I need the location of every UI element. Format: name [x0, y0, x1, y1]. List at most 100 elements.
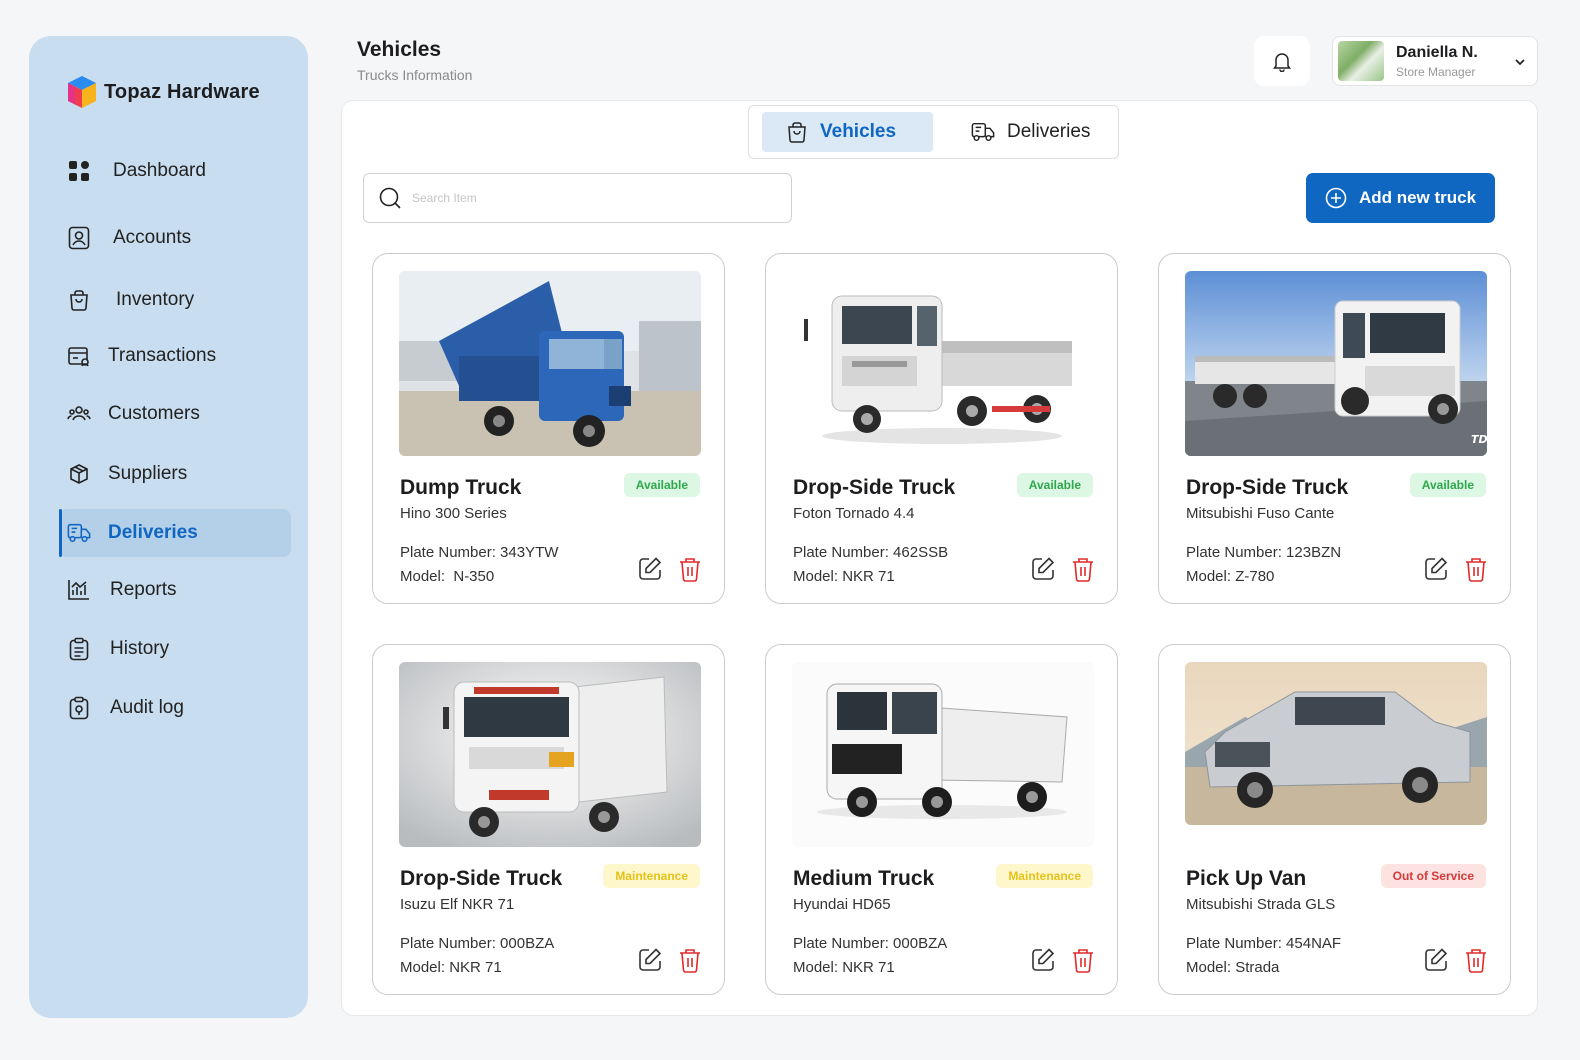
sidebar-item-label: Suppliers	[108, 463, 188, 484]
user-role: Store Manager	[1396, 64, 1476, 79]
vehicle-card[interactable]: Dump Truck Hino 300 Series Available Pla…	[372, 253, 725, 604]
page-title: Vehicles	[357, 38, 442, 61]
vehicle-card[interactable]: TD Drop-Side Truck Mitsubishi Fuso Cante…	[1158, 253, 1511, 604]
sidebar-item-history[interactable]: History	[59, 625, 291, 673]
chart-icon	[67, 578, 91, 602]
edit-icon[interactable]	[1030, 556, 1056, 582]
vehicle-card[interactable]: Medium Truck Hyundai HD65 Maintenance Pl…	[765, 644, 1118, 995]
search-input[interactable]	[412, 191, 772, 205]
avatar	[1338, 41, 1384, 81]
cube-logo-icon	[68, 76, 96, 108]
main-panel: Vehicles Deliveries Add new truck	[341, 100, 1538, 1016]
plate-number: Plate Number: 454NAF	[1186, 935, 1342, 952]
trash-icon[interactable]	[1464, 947, 1488, 973]
truck-icon	[971, 122, 995, 142]
vehicle-subtitle: Hyundai HD65	[793, 896, 891, 913]
sidebar-item-deliveries[interactable]: Deliveries	[59, 509, 291, 557]
edit-icon[interactable]	[637, 947, 663, 973]
vehicle-image	[792, 662, 1094, 847]
plate-number: Plate Number: 000BZA	[793, 935, 948, 952]
sidebar-item-customers[interactable]: Customers	[59, 390, 291, 438]
vehicle-model: Model: NKR 71	[793, 568, 895, 585]
bag-icon	[67, 288, 91, 312]
vehicle-subtitle: Hino 300 Series	[400, 505, 507, 522]
trash-icon[interactable]	[678, 556, 702, 582]
tab-label: Vehicles	[820, 121, 897, 142]
tab-label: Deliveries	[1007, 121, 1091, 142]
truck-icon	[67, 521, 91, 545]
vehicle-title: Drop-Side Truck	[1186, 476, 1349, 499]
user-card-icon	[67, 226, 91, 250]
sidebar-item-label: Deliveries	[108, 522, 198, 543]
vehicle-image	[399, 662, 701, 847]
svg-text:TD: TD	[1471, 433, 1487, 446]
status-badge: Maintenance	[603, 864, 700, 888]
vehicle-image	[792, 271, 1094, 456]
add-new-truck-button[interactable]: Add new truck	[1306, 173, 1495, 223]
box-icon	[67, 462, 91, 486]
edit-icon[interactable]	[1030, 947, 1056, 973]
edit-icon[interactable]	[1423, 556, 1449, 582]
search-box	[363, 173, 792, 223]
sidebar-item-label: History	[110, 638, 170, 659]
sidebar-item-label: Inventory	[116, 289, 195, 310]
audit-icon	[67, 696, 91, 720]
search-icon	[379, 187, 401, 209]
sidebar-item-label: Transactions	[108, 345, 217, 366]
vehicle-title: Drop-Side Truck	[793, 476, 956, 499]
sidebar-item-suppliers[interactable]: Suppliers	[59, 450, 291, 498]
sidebar-item-audit-log[interactable]: Audit log	[59, 684, 291, 732]
vehicle-model: Model: Strada	[1186, 959, 1280, 976]
sidebar-item-transactions[interactable]: Transactions	[59, 332, 291, 380]
page-subtitle: Trucks Information	[357, 67, 473, 83]
vehicle-model: Model: N-350	[400, 568, 495, 585]
vehicle-title: Pick Up Van	[1186, 867, 1307, 890]
vehicle-card[interactable]: Drop-Side Truck Isuzu Elf NKR 71 Mainten…	[372, 644, 725, 995]
trash-icon[interactable]	[1071, 556, 1095, 582]
tab-vehicles[interactable]: Vehicles	[762, 112, 933, 152]
bell-icon	[1273, 53, 1291, 72]
sidebar-item-label: Audit log	[110, 697, 184, 718]
bag-icon	[788, 122, 806, 143]
notifications-button[interactable]	[1254, 36, 1310, 86]
vehicle-model: Model: NKR 71	[793, 959, 895, 976]
tab-bar: Vehicles Deliveries	[748, 105, 1119, 159]
sidebar-item-dashboard[interactable]: Dashboard	[59, 147, 291, 195]
sidebar: Topaz Hardware Dashboard Accounts Invent…	[29, 36, 308, 1018]
trash-icon[interactable]	[1071, 947, 1095, 973]
vehicle-card[interactable]: Drop-Side Truck Foton Tornado 4.4 Availa…	[765, 253, 1118, 604]
vehicle-image: TD	[1185, 271, 1487, 456]
sidebar-item-reports[interactable]: Reports	[59, 566, 291, 614]
sidebar-item-label: Reports	[110, 579, 177, 600]
brand[interactable]: Topaz Hardware	[66, 74, 260, 110]
vehicle-subtitle: Isuzu Elf NKR 71	[400, 896, 515, 913]
sidebar-item-accounts[interactable]: Accounts	[59, 214, 291, 262]
customers-icon	[67, 402, 91, 426]
status-badge: Available	[623, 473, 700, 497]
vehicle-subtitle: Mitsubishi Fuso Cante	[1186, 505, 1335, 522]
user-menu[interactable]: Daniella N. Store Manager	[1332, 36, 1538, 86]
status-badge: Available	[1016, 473, 1093, 497]
sidebar-item-label: Accounts	[113, 227, 192, 248]
status-badge: Maintenance	[996, 864, 1093, 888]
sidebar-item-inventory[interactable]: Inventory	[59, 276, 291, 324]
tab-deliveries[interactable]: Deliveries	[971, 112, 1090, 152]
plate-number: Plate Number: 000BZA	[400, 935, 555, 952]
plus-circle-icon	[1325, 187, 1347, 209]
vehicle-subtitle: Foton Tornado 4.4	[793, 505, 915, 522]
edit-icon[interactable]	[637, 556, 663, 582]
trash-icon[interactable]	[678, 947, 702, 973]
user-name: Daniella N.	[1396, 43, 1478, 61]
vehicle-title: Drop-Side Truck	[400, 867, 563, 890]
plate-number: Plate Number: 462SSB	[793, 544, 949, 561]
status-badge: Out of Service	[1380, 864, 1486, 888]
grid-icon	[67, 159, 91, 183]
vehicle-card[interactable]: Pick Up Van Mitsubishi Strada GLS Out of…	[1158, 644, 1511, 995]
sidebar-item-label: Dashboard	[113, 160, 206, 181]
sidebar-item-label: Customers	[108, 403, 200, 424]
edit-icon[interactable]	[1423, 947, 1449, 973]
plate-number: Plate Number: 343YTW	[400, 544, 559, 561]
brand-name: Topaz Hardware	[104, 80, 260, 103]
vehicle-subtitle: Mitsubishi Strada GLS	[1186, 896, 1336, 913]
trash-icon[interactable]	[1464, 556, 1488, 582]
